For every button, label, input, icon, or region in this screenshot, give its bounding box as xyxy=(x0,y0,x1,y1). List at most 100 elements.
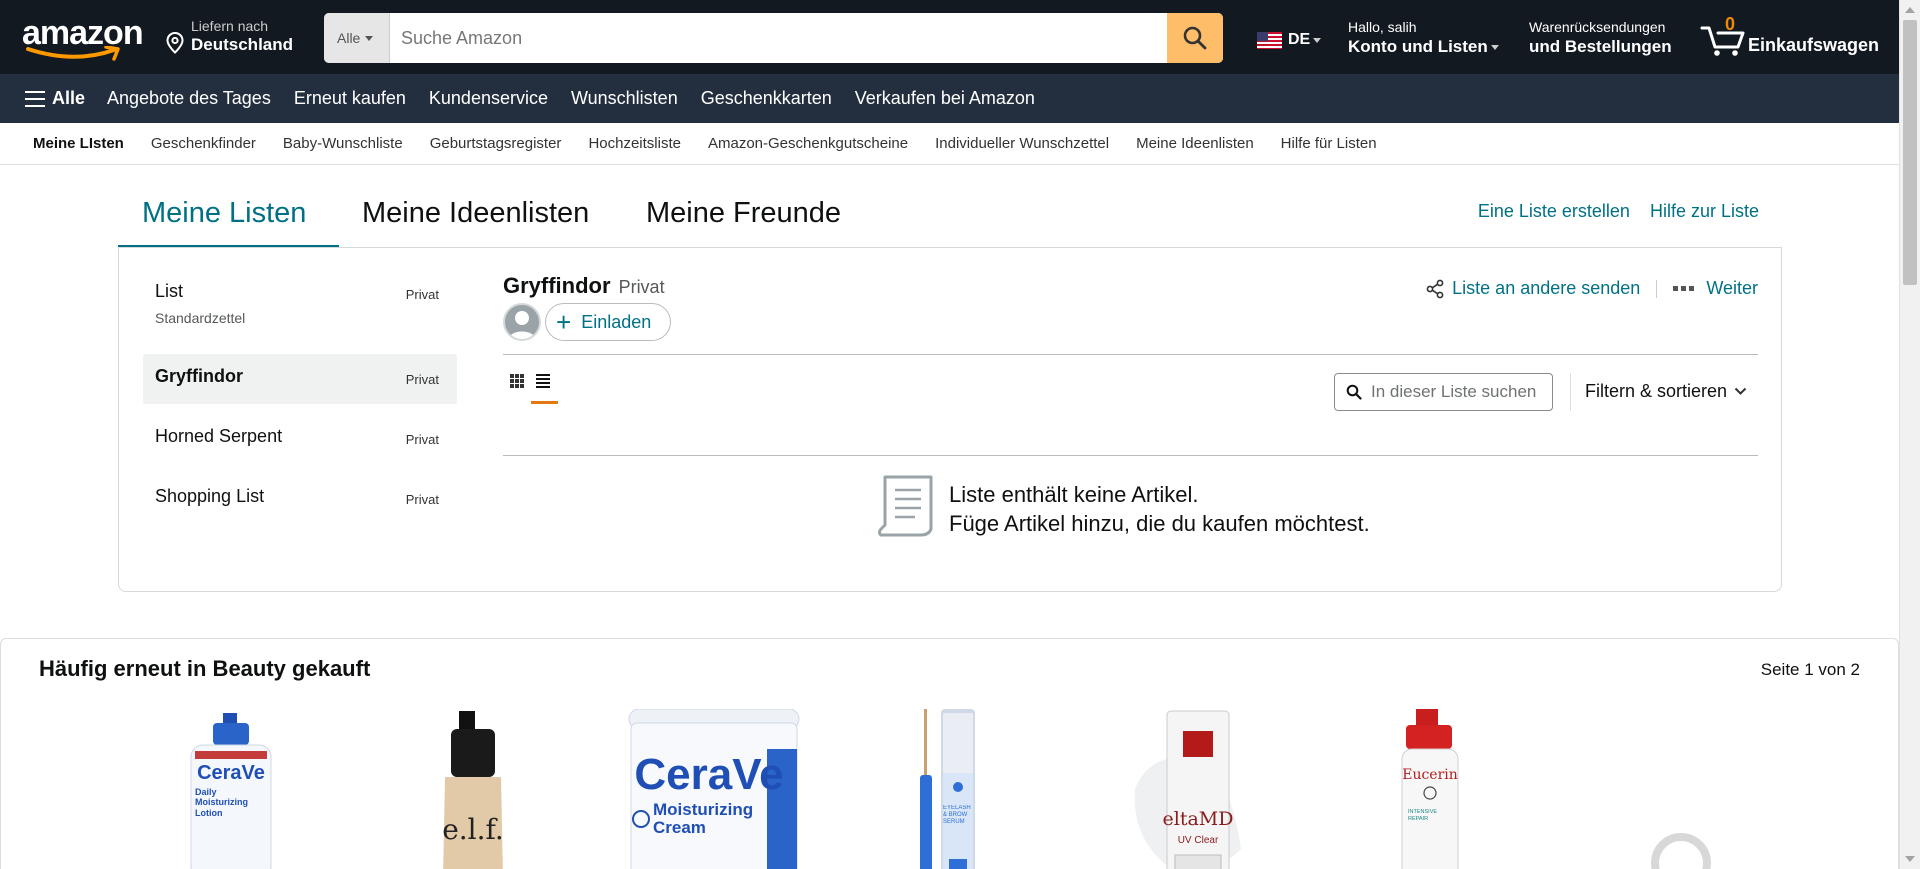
create-list-link[interactable]: Eine Liste erstellen xyxy=(1478,201,1630,222)
plus-icon: + xyxy=(556,307,572,337)
product-card[interactable]: CeraVe Moisturizing Cream xyxy=(627,708,801,869)
invite-label: Einladen xyxy=(581,311,652,332)
account-label-text: Konto und Listen xyxy=(1348,37,1488,56)
language-label: DE xyxy=(1288,31,1311,48)
nav-item-wishlists[interactable]: Wunschlisten xyxy=(571,88,678,109)
subnav-baby-registry[interactable]: Baby-Wunschliste xyxy=(283,135,403,152)
all-menu-button[interactable]: Alle xyxy=(25,88,85,109)
search-input[interactable] xyxy=(390,13,1160,63)
list-subtitle: Standardzettel xyxy=(155,310,246,326)
list-search-placeholder: In dieser Liste suchen xyxy=(1371,382,1537,401)
chevron-down-icon xyxy=(1490,45,1499,51)
top-navbar: amazon Liefern nach Deutschland Alle Suc… xyxy=(0,0,1899,74)
product-card[interactable]: CeraVe Daily Moisturizing Lotion xyxy=(185,709,279,869)
returns-label: Warenrücksendungen xyxy=(1529,19,1666,35)
list-detail: Gryffindor Privat Liste an andere senden … xyxy=(503,273,1758,537)
product-brand: eltaMD xyxy=(1163,808,1234,830)
empty-list-title: Liste enthält keine Artikel. xyxy=(949,482,1199,507)
list-item[interactable]: Shopping List Privat xyxy=(143,474,457,524)
empty-document-icon xyxy=(878,475,933,537)
search-category-dropdown[interactable]: Alle xyxy=(324,13,390,63)
deliver-label: Liefern nach xyxy=(191,18,269,34)
scrollbar-thumb[interactable] xyxy=(1903,20,1917,285)
page: amazon Liefern nach Deutschland Alle Suc… xyxy=(0,0,1920,869)
invite-button[interactable]: + Einladen xyxy=(545,303,671,341)
more-link[interactable]: Weiter xyxy=(1706,278,1758,299)
product-image: CeraVe Moisturizing Cream xyxy=(628,708,800,869)
tab-idea-lists[interactable]: Meine Ideenlisten xyxy=(362,188,589,248)
list-privacy: Privat xyxy=(405,287,439,302)
cart-count: 0 xyxy=(1725,14,1736,34)
scroll-up-arrow-icon[interactable] xyxy=(1905,7,1915,13)
list-item[interactable]: Horned Serpent Privat xyxy=(143,414,457,464)
nav-item-buy-again[interactable]: Erneut kaufen xyxy=(294,88,406,109)
nav-item-customer-service[interactable]: Kundenservice xyxy=(429,88,548,109)
list-search-input[interactable]: In dieser Liste suchen xyxy=(1334,373,1553,411)
product-text: Moisturizing Cream xyxy=(653,801,754,837)
divider xyxy=(1570,373,1571,411)
share-list-link[interactable]: Liste an andere senden xyxy=(1452,278,1640,299)
product-image: CeraVe Daily Moisturizing Lotion xyxy=(190,713,272,869)
product-text: UV Clear xyxy=(1178,835,1219,846)
tab-friends[interactable]: Meine Freunde xyxy=(646,188,841,248)
amazon-logo[interactable]: amazon xyxy=(20,14,144,61)
next-item-placeholder-icon xyxy=(1651,833,1711,869)
lists-subnav: Meine LIsten Geschenkfinder Baby-Wunschl… xyxy=(0,123,1899,165)
grid-view-icon[interactable] xyxy=(509,373,525,389)
product-card[interactable]: Eucerin INTENSIVE REPAIR xyxy=(1386,709,1486,869)
chevron-down-icon xyxy=(1734,387,1747,395)
search-icon xyxy=(1346,384,1362,400)
list-view-icon[interactable] xyxy=(535,373,551,389)
nav-item-deals[interactable]: Angebote des Tages xyxy=(107,88,271,109)
divider xyxy=(1656,279,1658,298)
list-privacy: Privat xyxy=(405,372,439,387)
view-toggle xyxy=(509,373,558,404)
search-bar: Alle xyxy=(324,13,1223,63)
nav-item-sell[interactable]: Verkaufen bei Amazon xyxy=(855,88,1035,109)
language-selector[interactable]: DE xyxy=(1257,31,1322,49)
list-item[interactable]: List Standardzettel Privat xyxy=(143,269,457,354)
subnav-gift-vouchers[interactable]: Amazon-Geschenkgutscheine xyxy=(708,135,908,152)
more-dots-icon xyxy=(1673,286,1695,291)
subnav-wedding-registry[interactable]: Hochzeitsliste xyxy=(588,135,681,152)
subnav-my-lists[interactable]: Meine LIsten xyxy=(33,135,124,152)
product-card[interactable]: eltaMD UV Clear xyxy=(1131,709,1261,869)
subnav-custom-wishlist[interactable]: Individueller Wunschzettel xyxy=(935,135,1109,152)
filter-sort-button[interactable]: Filtern & sortieren xyxy=(1585,381,1747,402)
product-card[interactable]: EYELASH & BROW SERUM xyxy=(911,709,991,869)
list-title-text: Gryffindor xyxy=(503,273,611,298)
us-flag-icon xyxy=(1257,31,1282,49)
product-text: Daily Moisturizing Lotion xyxy=(195,787,248,818)
list-help-link[interactable]: Hilfe zur Liste xyxy=(1650,201,1759,222)
subnav-idea-lists[interactable]: Meine Ideenlisten xyxy=(1136,135,1254,152)
tab-my-lists[interactable]: Meine Listen xyxy=(118,188,339,248)
all-menu-label: Alle xyxy=(52,88,86,108)
list-privacy: Privat xyxy=(405,492,439,507)
product-card[interactable]: e.l.f. xyxy=(431,709,515,869)
person-icon xyxy=(509,311,535,339)
product-brand: Eucerin xyxy=(1402,767,1458,783)
cart-link[interactable]: 0 Einkaufswagen xyxy=(1700,14,1880,60)
scroll-down-arrow-icon[interactable] xyxy=(1905,856,1915,862)
search-button[interactable] xyxy=(1167,13,1223,63)
product-brand: CeraVe xyxy=(197,762,265,784)
chevron-down-icon xyxy=(365,35,374,41)
divider xyxy=(503,354,1758,355)
subnav-birthday-registry[interactable]: Geburtstagsregister xyxy=(430,135,562,152)
orders-label: und Bestellungen xyxy=(1529,37,1672,56)
returns-orders-link[interactable]: Warenrücksendungen und Bestellungen xyxy=(1529,19,1672,57)
product-text: INTENSIVE REPAIR xyxy=(1408,809,1438,822)
product-text: EYELASH & BROW SERUM xyxy=(943,805,971,826)
location-pin-icon xyxy=(166,32,184,54)
page-scrollbar[interactable] xyxy=(1899,0,1920,869)
list-top-links: Eine Liste erstellen Hilfe zur Liste xyxy=(1478,201,1759,222)
account-label: Konto und Listen xyxy=(1348,37,1499,57)
product-image: e.l.f. xyxy=(442,711,504,869)
nav-item-gift-cards[interactable]: Geschenkkarten xyxy=(701,88,832,109)
product-image: eltaMD UV Clear xyxy=(1134,710,1241,869)
list-item-selected[interactable]: Gryffindor Privat xyxy=(143,354,457,404)
subnav-gift-finder[interactable]: Geschenkfinder xyxy=(151,135,256,152)
subnav-list-help[interactable]: Hilfe für Listen xyxy=(1281,135,1377,152)
account-menu[interactable]: Hallo, salih Konto und Listen xyxy=(1348,19,1499,57)
lists-panel: List Standardzettel Privat Gryffindor Pr… xyxy=(118,247,1782,592)
